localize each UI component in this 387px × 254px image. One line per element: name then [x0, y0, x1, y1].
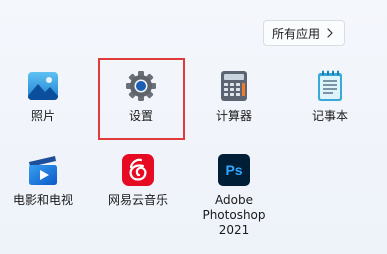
calculator-icon [221, 71, 247, 101]
app-label: 电影和电视 [12, 193, 73, 207]
photoshop-icon-text: Ps [225, 162, 242, 178]
app-label: 记事本 [311, 109, 348, 123]
app-label: 计算器 [215, 109, 252, 123]
app-label-line2: Photoshop 2021 [202, 208, 266, 237]
app-tile-movies-tv[interactable]: 电影和电视 [0, 154, 86, 228]
app-label: 照片 [30, 109, 55, 123]
app-label: 设置 [128, 109, 153, 123]
all-apps-button[interactable]: 所有应用 [263, 20, 345, 46]
notepad-icon [318, 70, 342, 101]
app-tile-photoshop[interactable]: Ps Adobe Photoshop 2021 [191, 154, 277, 237]
app-tile-notepad[interactable]: 记事本 [287, 70, 373, 144]
app-tile-netease-music[interactable]: 网易云音乐 [95, 154, 181, 228]
chevron-right-icon [327, 28, 333, 38]
movies-tv-icon [29, 156, 57, 185]
app-label: Adobe Photoshop 2021 [191, 193, 277, 238]
app-label: 网易云音乐 [107, 193, 168, 207]
settings-gear-icon [126, 71, 156, 101]
app-label-line1: Adobe [215, 193, 253, 207]
photos-icon [28, 72, 58, 100]
photoshop-icon: Ps [218, 154, 250, 186]
app-tile-settings[interactable]: 设置 [98, 70, 184, 144]
netease-music-icon [122, 154, 154, 186]
app-tile-calculator[interactable]: 计算器 [191, 70, 277, 144]
all-apps-label: 所有应用 [272, 26, 321, 41]
app-tile-photos[interactable]: 照片 [0, 70, 86, 144]
